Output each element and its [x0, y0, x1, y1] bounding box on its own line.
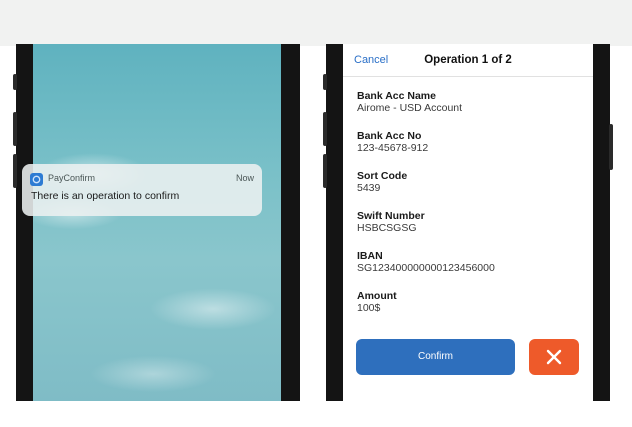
field-value: 123-45678-912	[357, 142, 429, 154]
page-title: Operation 1 of 2	[424, 54, 512, 66]
field-iban: IBAN SG123400000000123456000	[357, 250, 495, 274]
field-sort-code: Sort Code 5439	[357, 170, 407, 194]
field-value: Airome - USD Account	[357, 102, 463, 114]
confirm-button[interactable]: Confirm	[356, 339, 515, 375]
notification-message: There is an operation to confirm	[31, 190, 180, 202]
top-background	[0, 0, 632, 46]
nav-bar: Cancel Operation 1 of 2	[343, 44, 593, 77]
phone-side-button	[323, 154, 327, 188]
field-label: Bank Acc Name	[357, 90, 436, 102]
field-bank-acc-name: Bank Acc Name Airome - USD Account	[357, 90, 462, 114]
field-bank-acc-no: Bank Acc No 123-45678-912	[357, 130, 428, 154]
bottom-background	[0, 401, 632, 427]
field-label: Bank Acc No	[357, 130, 422, 142]
phone-power-button	[609, 124, 613, 170]
notification-app-name: PayConfirm	[48, 173, 96, 183]
field-value: 100$	[357, 302, 381, 314]
left-phone-frame	[16, 44, 300, 402]
close-icon	[546, 349, 562, 365]
app-shield-icon	[30, 173, 43, 186]
right-phone-frame: Cancel Operation 1 of 2 Bank Acc Name Ai…	[326, 44, 610, 402]
operation-screen: Cancel Operation 1 of 2 Bank Acc Name Ai…	[343, 44, 593, 402]
lock-screen-wallpaper	[33, 44, 281, 402]
phone-side-button	[13, 112, 17, 146]
field-label: Amount	[357, 290, 397, 302]
field-label: IBAN	[357, 250, 383, 262]
field-amount: Amount 100$	[357, 290, 397, 314]
phone-side-button	[323, 112, 327, 146]
reject-button[interactable]	[529, 339, 579, 375]
field-swift-number: Swift Number HSBCSGSG	[357, 210, 425, 234]
phone-side-button	[13, 74, 17, 90]
field-label: Swift Number	[357, 210, 425, 222]
phone-side-button	[13, 154, 17, 188]
field-value: HSBCSGSG	[357, 222, 417, 234]
notification-time: Now	[235, 173, 254, 183]
field-label: Sort Code	[357, 170, 408, 182]
field-value: 5439	[357, 182, 381, 194]
field-value: SG123400000000123456000	[357, 262, 495, 274]
push-notification[interactable]: PayConfirm Now There is an operation to …	[22, 164, 262, 216]
phone-side-button	[323, 74, 327, 90]
